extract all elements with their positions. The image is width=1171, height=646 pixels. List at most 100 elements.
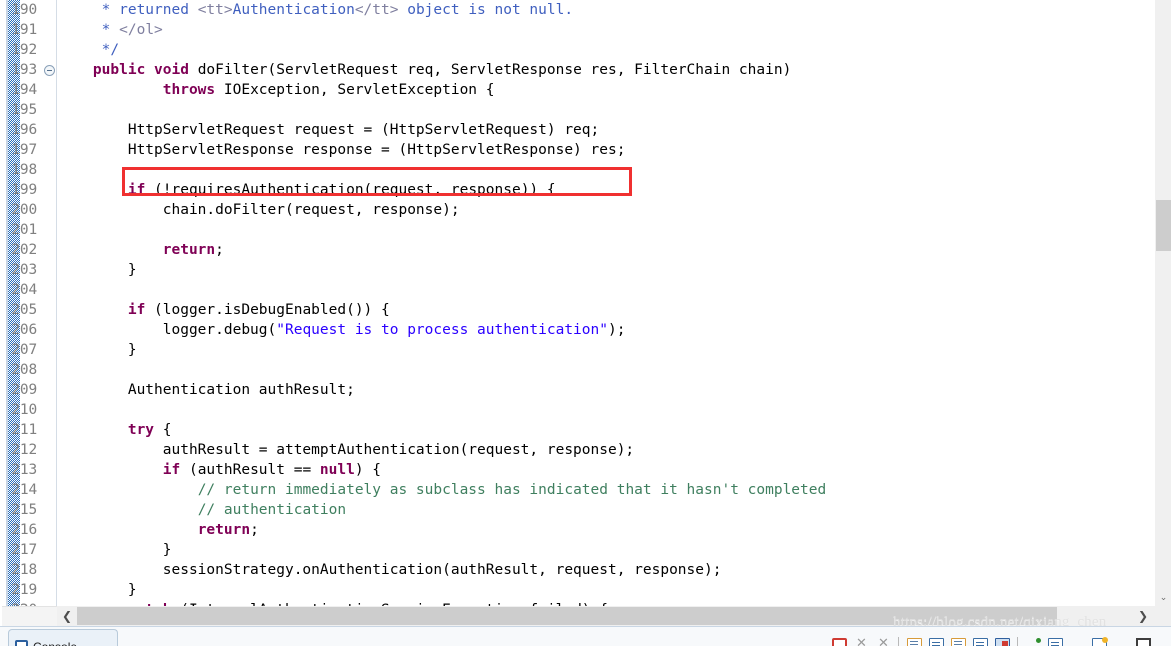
vertical-scrollbar[interactable]: ⌄ — [1154, 0, 1171, 606]
code-line[interactable]: return; — [58, 520, 259, 540]
clear-console-icon[interactable] — [995, 638, 1010, 646]
code-canvas[interactable]: * returned <tt>Authentication</tt> objec… — [58, 0, 1148, 606]
scroll-right-icon[interactable]: ❯ — [1132, 606, 1154, 626]
code-token: </ol> — [119, 22, 163, 38]
new-console-view-icon[interactable] — [1048, 638, 1063, 646]
code-token: */ — [101, 42, 120, 58]
code-token: HttpServletRequest request = (HttpServle… — [58, 122, 600, 138]
code-token: { — [154, 422, 172, 438]
code-line[interactable]: if (authResult == null) { — [58, 460, 381, 480]
code-token: (!requiresAuthentication(request, respon… — [145, 182, 556, 198]
line-number: 192 — [11, 42, 37, 58]
code-line[interactable]: } — [58, 260, 137, 280]
code-line[interactable]: if (logger.isDebugEnabled()) { — [58, 300, 390, 320]
maximize-panel-icon[interactable] — [1136, 638, 1151, 646]
code-line[interactable]: logger.debug("Request is to process auth… — [58, 320, 626, 340]
gutter-separator — [56, 0, 57, 606]
code-token: (authResult == — [180, 462, 320, 478]
horizontal-scrollbar-thumb[interactable] — [77, 607, 1057, 625]
eclipse-java-editor-window: 190 191 192 193 194 195 196 197 198 199 200 201 202 2… — [0, 0, 1171, 646]
line-number: 207 — [11, 342, 37, 358]
code-line[interactable]: HttpServletRequest request = (HttpServle… — [58, 120, 599, 140]
code-line[interactable]: * returned <tt>Authentication</tt> objec… — [58, 0, 573, 20]
code-token: * — [101, 22, 120, 38]
line-number: 209 — [11, 382, 37, 398]
line-number: 219 — [11, 582, 37, 598]
code-line[interactable]: sessionStrategy.onAuthentication(authRes… — [58, 560, 722, 580]
code-line[interactable]: HttpServletResponse response = (HttpServ… — [58, 140, 626, 160]
code-token: } — [58, 542, 172, 558]
code-line[interactable]: chain.doFilter(request, response); — [58, 200, 460, 220]
code-token: return — [162, 242, 216, 258]
code-token: <tt> — [197, 2, 233, 18]
line-number: 195 — [11, 102, 37, 118]
line-number: 194 — [11, 82, 37, 98]
fold-collapse-icon[interactable] — [44, 65, 55, 76]
code-line[interactable]: throws IOException, ServletException { — [58, 80, 495, 100]
line-number: 200 — [11, 202, 37, 218]
code-token: object is not null. — [398, 2, 574, 18]
code-line[interactable]: Authentication authResult; — [58, 380, 355, 400]
line-number: 204 — [11, 282, 37, 298]
remove-all-launches-icon[interactable]: ✕ — [876, 637, 891, 646]
display-selected-console-icon[interactable] — [951, 638, 966, 646]
horizontal-scrollbar-track[interactable] — [77, 606, 1132, 626]
code-token: HttpServletResponse response = (HttpServ… — [58, 142, 626, 158]
separator-2[interactable] — [1017, 637, 1018, 646]
scroll-lock-icon[interactable] — [1026, 638, 1041, 646]
code-line[interactable]: if (!requiresAuthentication(request, res… — [58, 180, 556, 200]
code-token: throws — [162, 82, 224, 98]
pin-console-icon[interactable] — [929, 638, 944, 646]
code-line[interactable]: } — [58, 340, 137, 360]
code-token: if — [127, 182, 146, 198]
line-number: 198 — [11, 162, 37, 178]
scrollbar-corner — [1154, 606, 1171, 626]
code-line[interactable]: * </ol> — [58, 20, 163, 40]
code-line[interactable]: public void doFilter(ServletRequest req,… — [58, 60, 791, 80]
word-wrap-icon[interactable] — [973, 638, 988, 646]
line-number-gutter[interactable]: 190 191 192 193 194 195 196 197 198 199 200 201 202 2… — [0, 0, 57, 606]
open-console-icon[interactable] — [907, 638, 922, 646]
line-number: 202 — [11, 242, 37, 258]
code-line[interactable]: try { — [58, 420, 172, 440]
scrollbar-left-pad — [2, 606, 57, 626]
open-console-menu-icon[interactable] — [1092, 637, 1108, 646]
code-token: return — [197, 522, 251, 538]
minimize-icon[interactable] — [1070, 638, 1085, 646]
code-token: logger.debug( — [58, 322, 277, 338]
code-line[interactable]: } — [58, 540, 172, 560]
scroll-left-icon[interactable]: ❮ — [57, 606, 77, 626]
code-token: Authentication — [232, 2, 355, 18]
horizontal-scrollbar-row[interactable]: ❮ ❯ — [0, 606, 1171, 626]
code-line[interactable]: // authentication — [58, 500, 346, 520]
code-line[interactable]: return; — [58, 240, 224, 260]
code-line[interactable]: // return immediately as subclass has in… — [58, 480, 827, 500]
code-token: null — [319, 462, 355, 478]
code-line[interactable]: */ — [58, 40, 119, 60]
source-editor[interactable]: 190 191 192 193 194 195 196 197 198 199 200 201 202 2… — [0, 0, 1171, 606]
line-number: 212 — [11, 442, 37, 458]
code-token: IOException, ServletException { — [223, 82, 495, 98]
line-number: 208 — [11, 362, 37, 378]
code-token: ); — [607, 322, 626, 338]
bottom-view-panel: Console ✕ ✕ — [0, 626, 1171, 646]
separator-1[interactable] — [898, 637, 899, 646]
minimize-panel-icon[interactable] — [1114, 638, 1129, 646]
code-line[interactable]: authResult = attemptAuthentication(reque… — [58, 440, 634, 460]
tab-console[interactable]: Console — [8, 629, 118, 646]
remove-launch-icon[interactable]: ✕ — [854, 637, 869, 646]
scroll-down-icon[interactable]: ⌄ — [1155, 591, 1171, 606]
terminate-icon[interactable] — [832, 638, 847, 646]
line-number: 213 — [11, 462, 37, 478]
vertical-scrollbar-thumb[interactable] — [1156, 200, 1171, 251]
code-token: } — [58, 342, 137, 358]
tab-console-label: Console — [33, 640, 77, 646]
console-icon — [15, 640, 28, 646]
code-line[interactable]: } — [58, 580, 137, 600]
